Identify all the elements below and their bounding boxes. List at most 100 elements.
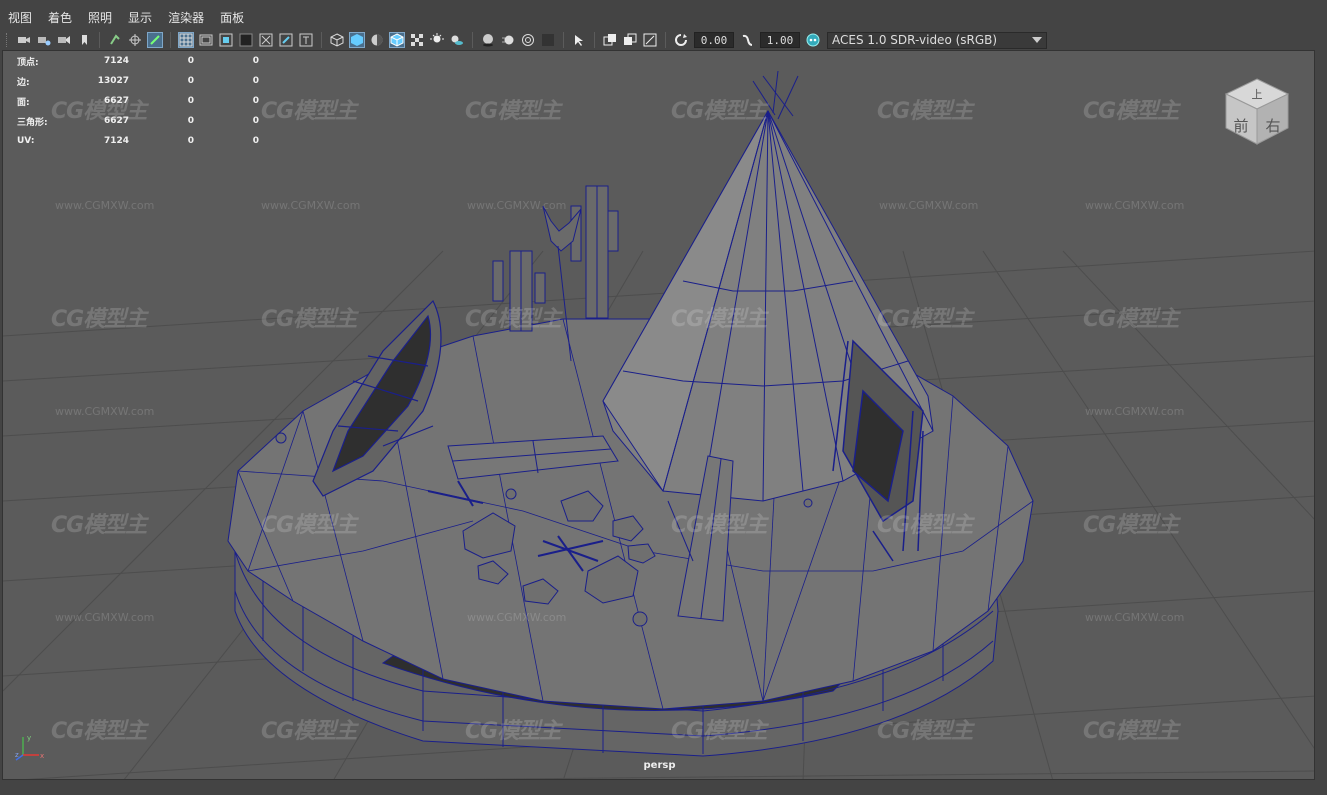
- color-management-icon[interactable]: [805, 32, 821, 48]
- poly-count-hud: 顶点: 7124 0 0 边: 13027 0 0 面: 6627 0 0 三角形: 6627 0 0 …: [17, 51, 259, 151]
- hud-value: 0: [187, 116, 194, 126]
- watermark-logo: CG模型主: [877, 513, 973, 538]
- watermark-logo: CG模型主: [261, 99, 357, 124]
- time-slider-ruler[interactable]: [0, 780, 1327, 795]
- film-gate-icon[interactable]: [127, 32, 143, 48]
- view-cube[interactable]: 上 前 右: [1222, 76, 1292, 146]
- camera-attributes-icon[interactable]: [36, 32, 52, 48]
- hud-label: 三角形:: [17, 117, 48, 128]
- perspective-viewport[interactable]: CG模型主 CG模型主 CG模型主 CG模型主 CG模型主 CG模型主 CG模型…: [2, 50, 1315, 780]
- viewcube-top-label[interactable]: 上: [1252, 88, 1263, 101]
- wireframe-icon[interactable]: [178, 32, 194, 48]
- screen-space-ao-icon[interactable]: [480, 32, 496, 48]
- watermark-url: www.CGMXW.com: [1085, 405, 1185, 418]
- hud-row-edges: 边: 13027 0 0: [17, 71, 259, 91]
- gate-mask-icon[interactable]: [238, 32, 254, 48]
- watermark-logo: CG模型主: [1083, 307, 1179, 332]
- xray-active-icon[interactable]: [622, 32, 638, 48]
- watermark-logo: CG模型主: [1083, 513, 1179, 538]
- hud-value: 0: [252, 76, 259, 86]
- grid-icon[interactable]: [107, 32, 123, 48]
- svg-text:y: y: [27, 734, 31, 742]
- exposure-icon[interactable]: [673, 32, 689, 48]
- toolbar-grip[interactable]: [6, 33, 10, 47]
- default-material-icon[interactable]: [369, 32, 385, 48]
- menu-panels[interactable]: 面板: [212, 9, 252, 30]
- hud-value: 0: [187, 136, 194, 146]
- watermark-logo: CG模型主: [671, 307, 767, 332]
- watermark-url: www.CGMXW.com: [1085, 199, 1185, 212]
- menu-lighting[interactable]: 照明: [80, 9, 120, 30]
- bookmark-icon[interactable]: [56, 32, 72, 48]
- watermark-url: www.CGMXW.com: [55, 199, 155, 212]
- watermark-logo: CG模型主: [261, 513, 357, 538]
- watermark-logo: CG模型主: [465, 719, 561, 744]
- watermark-url: www.CGMXW.com: [55, 611, 155, 624]
- safe-title-icon[interactable]: [298, 32, 314, 48]
- toolbar-separator: [99, 32, 100, 48]
- watermark-url: www.CGMXW.com: [467, 199, 567, 212]
- hud-value: 13027: [97, 76, 129, 86]
- menu-show[interactable]: 显示: [120, 9, 160, 30]
- viewcube-right-label[interactable]: 右: [1265, 117, 1280, 135]
- depth-of-field-icon[interactable]: [540, 32, 556, 48]
- watermark-logo: CG模型主: [51, 307, 147, 332]
- hud-label: 顶点:: [17, 57, 39, 68]
- watermark-logo: CG模型主: [1083, 719, 1179, 744]
- wireframe-on-shaded-icon[interactable]: [389, 32, 405, 48]
- watermark-logo: CG模型主: [51, 719, 147, 744]
- shadows-icon[interactable]: [449, 32, 465, 48]
- field-chart-icon[interactable]: [258, 32, 274, 48]
- camera-name-label: persp: [643, 760, 676, 771]
- hud-row-faces: 面: 6627 0 0: [17, 91, 259, 111]
- svg-text:z: z: [15, 751, 19, 759]
- film-gate-icon[interactable]: [198, 32, 214, 48]
- textured-icon[interactable]: [409, 32, 425, 48]
- toolbar-separator: [472, 32, 473, 48]
- resolution-gate-icon[interactable]: [147, 32, 163, 48]
- exposure-field[interactable]: 0.00: [694, 32, 734, 48]
- hud-row-triangles: 三角形: 6627 0 0: [17, 111, 259, 131]
- watermark-logo: CG模型主: [671, 99, 767, 124]
- hud-value: 0: [187, 96, 194, 106]
- xray-joints-icon[interactable]: [642, 32, 658, 48]
- image-plane-icon[interactable]: [76, 32, 92, 48]
- watermark-url: www.CGMXW.com: [879, 199, 979, 212]
- gamma-icon[interactable]: [739, 32, 755, 48]
- isolate-select-icon[interactable]: [571, 32, 587, 48]
- toolbar-separator: [563, 32, 564, 48]
- toolbar-separator: [170, 32, 171, 48]
- chevron-down-icon: [1032, 37, 1042, 43]
- motion-blur-icon[interactable]: [500, 32, 516, 48]
- colorspace-dropdown[interactable]: ACES 1.0 SDR-video (sRGB): [827, 31, 1047, 49]
- toolbar-separator: [594, 32, 595, 48]
- camera-select-icon[interactable]: [16, 32, 32, 48]
- menu-bar: 视图 着色 照明 显示 渲染器 面板: [0, 0, 1327, 31]
- safe-action-icon[interactable]: [278, 32, 294, 48]
- multisample-aa-icon[interactable]: [520, 32, 536, 48]
- hud-value: 7124: [103, 56, 129, 66]
- menu-view[interactable]: 视图: [0, 9, 40, 30]
- wireframe-icon[interactable]: [329, 32, 345, 48]
- hud-label: 边:: [17, 77, 30, 88]
- hud-value: 0: [252, 56, 259, 66]
- menu-shading[interactable]: 着色: [40, 9, 80, 30]
- watermark-url: www.CGMXW.com: [467, 611, 567, 624]
- watermark-logo: CG模型主: [465, 99, 561, 124]
- hud-value: 7124: [103, 136, 129, 146]
- watermark-logo: CG模型主: [671, 513, 767, 538]
- xray-icon[interactable]: [602, 32, 618, 48]
- resolution-gate-icon[interactable]: [218, 32, 234, 48]
- watermark-logo: CG模型主: [877, 719, 973, 744]
- gamma-field[interactable]: 1.00: [760, 32, 800, 48]
- watermark-url: www.CGMXW.com: [261, 199, 361, 212]
- panel-toolbar: 0.00 1.00 ACES 1.0 SDR-video (sRGB): [0, 30, 1327, 50]
- hud-value: 0: [187, 76, 194, 86]
- hud-value: 0: [252, 116, 259, 126]
- smooth-shade-icon[interactable]: [349, 32, 365, 48]
- watermark-url: www.CGMXW.com: [1085, 611, 1185, 624]
- lights-icon[interactable]: [429, 32, 445, 48]
- viewcube-front-label[interactable]: 前: [1233, 117, 1248, 135]
- hud-label: UV:: [17, 136, 35, 146]
- menu-renderer[interactable]: 渲染器: [160, 9, 212, 30]
